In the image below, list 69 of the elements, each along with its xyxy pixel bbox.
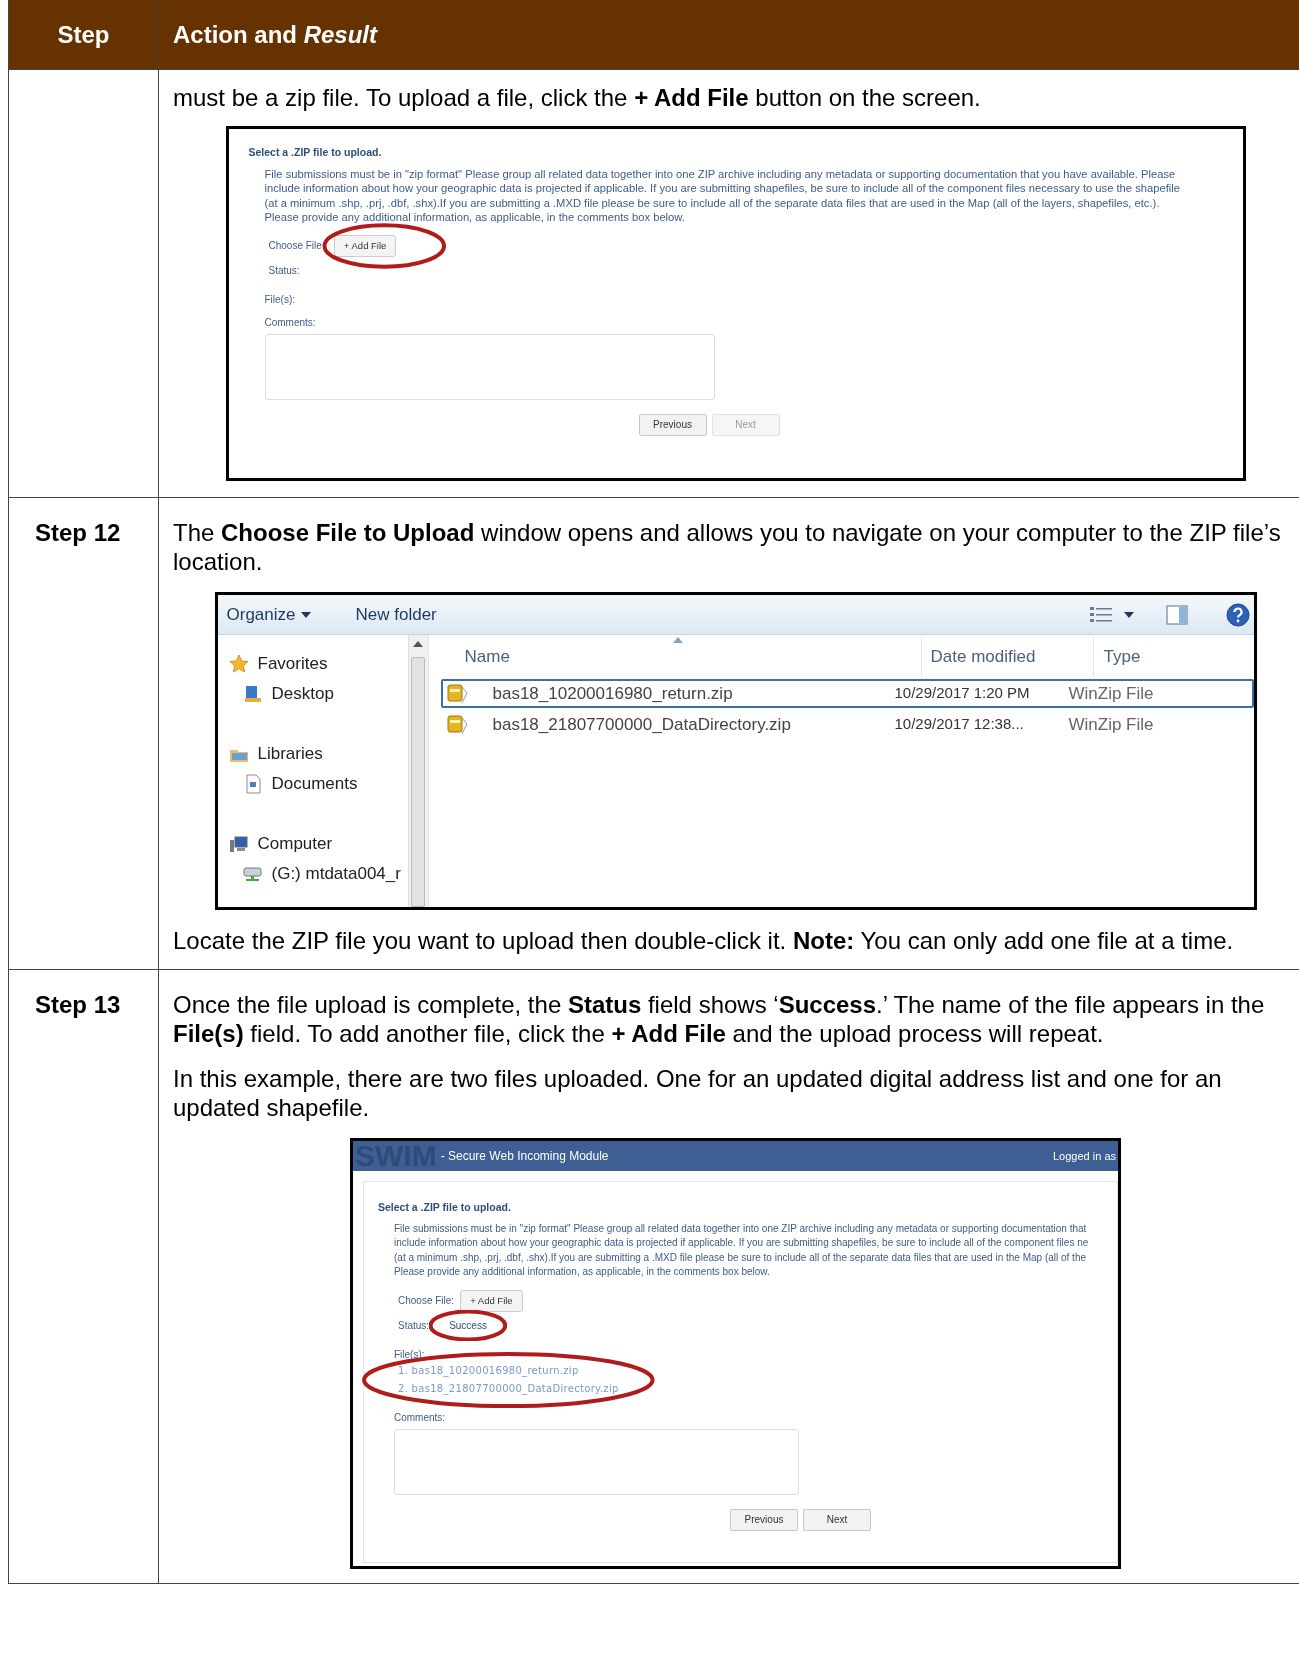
field-label: Choose File: <box>398 1294 455 1309</box>
instruction-line: include information about how your geographic data is projected if applicable. If you are submitting shapefiles, be sure to include all of the component files necessary to use the shapefile <box>264 181 1181 196</box>
nav-item[interactable]: Desktop <box>271 681 334 707</box>
computer-icon <box>228 834 251 854</box>
instruction-line: include information about how your geographic data is projected if applicable. If you are submitting shapefiles, be sure to include all of the component files ne <box>394 1236 1090 1251</box>
instruction-line: Please provide any additional information, as applicable, in the comments box below. <box>264 210 686 225</box>
column-header[interactable]: Name <box>440 637 921 677</box>
preview-pane-icon <box>1165 604 1188 625</box>
file-name: bas18_10200016980_return.zip <box>492 682 734 705</box>
instruction-line: (at a minimum .shp, .prj, .dbf, .shx).If you are submitting a .MXD file please be sure to include all of the separate data files that are used in the Map (all of the layers, shapefiles, etc.). <box>264 195 1161 211</box>
field-label: File(s): <box>394 1347 426 1362</box>
nav-item[interactable]: Favorites <box>257 651 328 677</box>
caret-icon <box>301 611 312 618</box>
archive-icon <box>446 713 469 736</box>
field-label: Comments: <box>394 1410 446 1425</box>
field-label: Status: <box>398 1319 430 1334</box>
paragraph: In this example, there are two files uploaded. One for an updated digital address list and one for an updated shapefile. <box>173 1064 1223 1122</box>
status-value: Success <box>449 1320 487 1332</box>
field-label: Status: <box>268 264 300 279</box>
star-icon <box>228 654 251 674</box>
field-label: File(s): <box>264 292 297 307</box>
paragraph: The Choose File to Upload window opens and allows you to navigate on your computer to the ZIP file’s location. <box>173 518 1282 576</box>
file-row[interactable]: bas18_21807700000_DataDirectory.zip 10/29/2017 12:38... WinZip File <box>440 710 1254 739</box>
column-header[interactable]: Type <box>1092 637 1243 677</box>
network-drive-icon <box>242 864 265 884</box>
instruction-line: File submissions must be in "zip format" Please group all related data together into one ZIP archive including any metadata or supporting documentation that <box>394 1221 1088 1236</box>
step-label: Step 12 <box>35 519 121 546</box>
sort-arrow-icon <box>672 637 683 643</box>
field-label: Choose File <box>268 239 322 254</box>
paragraph: Once the file upload is complete, the Status field shows ‘Success.’ The name of the file appears in the File(s) field. To add another file, click the + Add File and the upload process will repeat. <box>173 990 1266 1048</box>
field-label: Comments: <box>264 315 316 330</box>
organize-button[interactable]: Organize <box>226 601 312 628</box>
nav-item[interactable]: Documents <box>271 771 358 797</box>
file-date: 10/29/2017 1:20 PM <box>894 683 1031 704</box>
instruction-line: File submissions must be in "zip format" Please group all related data together into one ZIP archive including any metadata or supporting documentation that you have available. Please <box>264 166 1177 182</box>
scrollbar[interactable] <box>407 635 428 907</box>
add-file-button[interactable]: + Add File <box>333 234 397 257</box>
file-row[interactable]: bas18_10200016980_return.zip 10/29/2017 1:20 PM WinZip File <box>440 679 1254 708</box>
user-label: Logged in as <box>1053 1148 1116 1164</box>
column-header: Step <box>57 19 110 50</box>
nav-item[interactable]: Libraries <box>257 741 323 767</box>
comments-field[interactable] <box>264 333 715 400</box>
view-options-icon <box>1089 605 1112 624</box>
paragraph: must be a zip file. To upload a file, click the + Add File button on the screen. <box>173 83 982 112</box>
archive-icon <box>446 682 469 705</box>
add-file-button[interactable]: + Add File <box>460 1289 523 1312</box>
nav-item[interactable]: (G:) mtdata004_r <box>271 861 401 887</box>
scroll-up-icon <box>413 641 423 647</box>
column-header[interactable]: Date modified <box>920 637 1093 677</box>
instruction-line: (at a minimum .shp, .prj, .dbf, .shx).If you are submitting a .MXD file please be sure to include all of the separate data files that are used in the Map (all of the <box>394 1250 1088 1265</box>
paragraph: Locate the ZIP file you want to upload then double-click it. Note: You can only add one file at a time. <box>173 926 1235 955</box>
nav-item[interactable]: Computer <box>257 831 333 857</box>
help-icon <box>1225 602 1250 627</box>
form-heading: Select a .ZIP file to upload. <box>378 1200 512 1215</box>
file-name: bas18_21807700000_DataDirectory.zip <box>492 713 792 736</box>
nav-button[interactable]: Previous <box>730 1508 798 1531</box>
comments-field[interactable] <box>394 1428 799 1495</box>
nav-button[interactable]: Previous <box>638 413 707 436</box>
column-header: Action and Result <box>173 19 378 50</box>
instruction-line: Please provide any additional information, as applicable, in the comments box below. <box>394 1265 771 1280</box>
nav-button[interactable]: Next <box>803 1508 871 1531</box>
caret-icon <box>1123 611 1134 618</box>
file-date: 10/29/2017 12:38... <box>894 714 1025 735</box>
form-heading: Select a .ZIP file to upload. <box>248 145 383 160</box>
app-title: - Secure Web Incoming Module <box>440 1148 609 1165</box>
file-type: WinZip File <box>1067 713 1154 736</box>
new-folder-button[interactable]: New folder <box>355 601 437 628</box>
file-type: WinZip File <box>1067 682 1154 705</box>
step-label: Step 13 <box>35 991 121 1018</box>
